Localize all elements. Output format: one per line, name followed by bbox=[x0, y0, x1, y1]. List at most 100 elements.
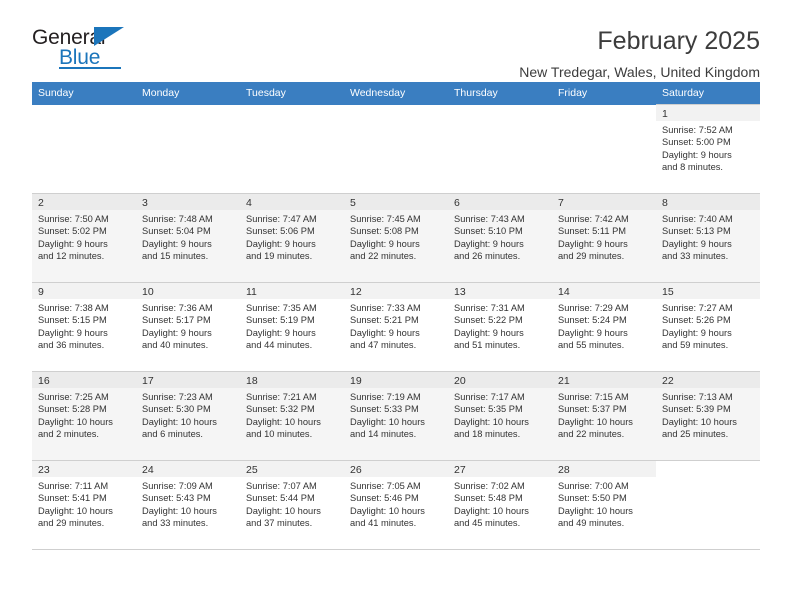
calendar-day-cell[interactable]: 14 Sunrise: 7:29 AM Sunset: 5:24 PM Dayli… bbox=[552, 282, 656, 372]
page-subtitle: New Tredegar, Wales, United Kingdom bbox=[519, 64, 760, 80]
day-sun-info: Sunrise: 7:29 AM Sunset: 5:24 PM Dayligh… bbox=[558, 303, 629, 350]
calendar-day-cell[interactable]: 26 Sunrise: 7:05 AM Sunset: 5:46 PM Dayli… bbox=[344, 460, 448, 550]
day-number: 9 bbox=[38, 286, 44, 298]
weekday-header-thursday: Thursday bbox=[448, 82, 552, 105]
day-number: 5 bbox=[350, 197, 356, 209]
day-sun-info: Sunrise: 7:31 AM Sunset: 5:22 PM Dayligh… bbox=[454, 303, 525, 350]
calendar-day-cell[interactable]: 2 Sunrise: 7:50 AM Sunset: 5:02 PM Daylig… bbox=[32, 193, 136, 283]
title-block: February 2025 New Tredegar, Wales, Unite… bbox=[519, 26, 760, 82]
weekday-header-tuesday: Tuesday bbox=[240, 82, 344, 105]
calendar-day-cell[interactable]: 5 Sunrise: 7:45 AM Sunset: 5:08 PM Daylig… bbox=[344, 193, 448, 283]
calendar-day-cell[interactable]: 16 Sunrise: 7:25 AM Sunset: 5:28 PM Dayli… bbox=[32, 371, 136, 461]
calendar-day-cell[interactable]: 13 Sunrise: 7:31 AM Sunset: 5:22 PM Dayli… bbox=[448, 282, 552, 372]
calendar-day-cell bbox=[448, 104, 552, 194]
day-number: 19 bbox=[350, 375, 362, 387]
calendar-day-cell bbox=[656, 460, 760, 550]
calendar-day-cell[interactable]: 11 Sunrise: 7:35 AM Sunset: 5:19 PM Dayli… bbox=[240, 282, 344, 372]
day-number: 16 bbox=[38, 375, 50, 387]
calendar-day-cell bbox=[344, 104, 448, 194]
day-sun-info: Sunrise: 7:40 AM Sunset: 5:13 PM Dayligh… bbox=[662, 214, 733, 261]
triangle-icon bbox=[94, 27, 124, 46]
day-number: 4 bbox=[246, 197, 252, 209]
calendar-day-cell[interactable]: 15 Sunrise: 7:27 AM Sunset: 5:26 PM Dayli… bbox=[656, 282, 760, 372]
calendar-day-cell[interactable]: 7 Sunrise: 7:42 AM Sunset: 5:11 PM Daylig… bbox=[552, 193, 656, 283]
calendar-day-cell[interactable]: 6 Sunrise: 7:43 AM Sunset: 5:10 PM Daylig… bbox=[448, 193, 552, 283]
calendar-week-row: 9 Sunrise: 7:38 AM Sunset: 5:15 PM Daylig… bbox=[32, 282, 760, 372]
calendar-table: Sunday Monday Tuesday Wednesday Thursday… bbox=[32, 82, 760, 550]
day-sun-info: Sunrise: 7:00 AM Sunset: 5:50 PM Dayligh… bbox=[558, 481, 633, 528]
day-number: 2 bbox=[38, 197, 44, 209]
calendar-day-cell[interactable]: 17 Sunrise: 7:23 AM Sunset: 5:30 PM Dayli… bbox=[136, 371, 240, 461]
day-sun-info: Sunrise: 7:38 AM Sunset: 5:15 PM Dayligh… bbox=[38, 303, 109, 350]
day-sun-info: Sunrise: 7:36 AM Sunset: 5:17 PM Dayligh… bbox=[142, 303, 213, 350]
calendar-body: 1 Sunrise: 7:52 AM Sunset: 5:00 PM Daylig… bbox=[32, 104, 760, 550]
day-number: 18 bbox=[246, 375, 258, 387]
day-number: 25 bbox=[246, 464, 258, 476]
weekday-header-saturday: Saturday bbox=[656, 82, 760, 105]
calendar-day-cell[interactable]: 21 Sunrise: 7:15 AM Sunset: 5:37 PM Dayli… bbox=[552, 371, 656, 461]
calendar-day-cell[interactable]: 10 Sunrise: 7:36 AM Sunset: 5:17 PM Dayli… bbox=[136, 282, 240, 372]
day-number: 27 bbox=[454, 464, 466, 476]
day-number: 15 bbox=[662, 286, 674, 298]
day-sun-info: Sunrise: 7:13 AM Sunset: 5:39 PM Dayligh… bbox=[662, 392, 737, 439]
calendar-day-cell[interactable]: 3 Sunrise: 7:48 AM Sunset: 5:04 PM Daylig… bbox=[136, 193, 240, 283]
day-sun-info: Sunrise: 7:21 AM Sunset: 5:32 PM Dayligh… bbox=[246, 392, 321, 439]
calendar-day-cell[interactable]: 25 Sunrise: 7:07 AM Sunset: 5:44 PM Dayli… bbox=[240, 460, 344, 550]
day-number: 8 bbox=[662, 197, 668, 209]
calendar-day-cell[interactable]: 28 Sunrise: 7:00 AM Sunset: 5:50 PM Dayli… bbox=[552, 460, 656, 550]
weekday-header-sunday: Sunday bbox=[32, 82, 136, 105]
day-number: 21 bbox=[558, 375, 570, 387]
day-sun-info: Sunrise: 7:35 AM Sunset: 5:19 PM Dayligh… bbox=[246, 303, 317, 350]
calendar-day-cell[interactable]: 19 Sunrise: 7:19 AM Sunset: 5:33 PM Dayli… bbox=[344, 371, 448, 461]
day-number: 11 bbox=[246, 286, 257, 298]
day-number: 3 bbox=[142, 197, 148, 209]
day-sun-info: Sunrise: 7:07 AM Sunset: 5:44 PM Dayligh… bbox=[246, 481, 321, 528]
day-sun-info: Sunrise: 7:02 AM Sunset: 5:48 PM Dayligh… bbox=[454, 481, 529, 528]
calendar-week-row: 1 Sunrise: 7:52 AM Sunset: 5:00 PM Daylig… bbox=[32, 104, 760, 194]
day-sun-info: Sunrise: 7:45 AM Sunset: 5:08 PM Dayligh… bbox=[350, 214, 421, 261]
day-number: 26 bbox=[350, 464, 362, 476]
calendar-day-cell[interactable]: 4 Sunrise: 7:47 AM Sunset: 5:06 PM Daylig… bbox=[240, 193, 344, 283]
calendar-day-cell[interactable]: 20 Sunrise: 7:17 AM Sunset: 5:35 PM Dayli… bbox=[448, 371, 552, 461]
calendar-day-cell[interactable]: 12 Sunrise: 7:33 AM Sunset: 5:21 PM Dayli… bbox=[344, 282, 448, 372]
day-sun-info: Sunrise: 7:43 AM Sunset: 5:10 PM Dayligh… bbox=[454, 214, 525, 261]
day-sun-info: Sunrise: 7:33 AM Sunset: 5:21 PM Dayligh… bbox=[350, 303, 421, 350]
page-title: February 2025 bbox=[597, 27, 760, 55]
day-sun-info: Sunrise: 7:15 AM Sunset: 5:37 PM Dayligh… bbox=[558, 392, 633, 439]
page-header: General Blue February 2025 New Tredegar,… bbox=[32, 0, 760, 80]
calendar-week-row: 16 Sunrise: 7:25 AM Sunset: 5:28 PM Dayli… bbox=[32, 371, 760, 461]
calendar-day-cell[interactable]: 24 Sunrise: 7:09 AM Sunset: 5:43 PM Dayli… bbox=[136, 460, 240, 550]
calendar-day-cell[interactable]: 8 Sunrise: 7:40 AM Sunset: 5:13 PM Daylig… bbox=[656, 193, 760, 283]
calendar-day-cell[interactable]: 18 Sunrise: 7:21 AM Sunset: 5:32 PM Dayli… bbox=[240, 371, 344, 461]
weekday-header-wednesday: Wednesday bbox=[344, 82, 448, 105]
weekday-header-friday: Friday bbox=[552, 82, 656, 105]
day-number: 10 bbox=[142, 286, 154, 298]
day-sun-info: Sunrise: 7:25 AM Sunset: 5:28 PM Dayligh… bbox=[38, 392, 113, 439]
calendar-day-cell[interactable]: 27 Sunrise: 7:02 AM Sunset: 5:48 PM Dayli… bbox=[448, 460, 552, 550]
day-number: 22 bbox=[662, 375, 674, 387]
day-number: 23 bbox=[38, 464, 50, 476]
calendar-day-cell[interactable]: 1 Sunrise: 7:52 AM Sunset: 5:00 PM Daylig… bbox=[656, 104, 760, 194]
day-number: 6 bbox=[454, 197, 460, 209]
day-number: 17 bbox=[142, 375, 154, 387]
day-sun-info: Sunrise: 7:05 AM Sunset: 5:46 PM Dayligh… bbox=[350, 481, 425, 528]
calendar-day-cell bbox=[240, 104, 344, 194]
weekday-header-monday: Monday bbox=[136, 82, 240, 105]
calendar-page: General Blue February 2025 New Tredegar,… bbox=[0, 0, 792, 612]
calendar-week-row: 23 Sunrise: 7:11 AM Sunset: 5:41 PM Dayli… bbox=[32, 460, 760, 550]
calendar-day-cell[interactable]: 22 Sunrise: 7:13 AM Sunset: 5:39 PM Dayli… bbox=[656, 371, 760, 461]
day-number: 1 bbox=[662, 108, 668, 120]
general-blue-logo[interactable]: General Blue bbox=[32, 26, 144, 72]
calendar-day-cell bbox=[32, 104, 136, 194]
day-number: 14 bbox=[558, 286, 570, 298]
calendar-day-cell bbox=[136, 104, 240, 194]
calendar-week-row: 2 Sunrise: 7:50 AM Sunset: 5:02 PM Daylig… bbox=[32, 193, 760, 283]
day-sun-info: Sunrise: 7:52 AM Sunset: 5:00 PM Dayligh… bbox=[662, 125, 733, 172]
day-sun-info: Sunrise: 7:09 AM Sunset: 5:43 PM Dayligh… bbox=[142, 481, 217, 528]
day-number: 24 bbox=[142, 464, 154, 476]
day-sun-info: Sunrise: 7:27 AM Sunset: 5:26 PM Dayligh… bbox=[662, 303, 733, 350]
day-sun-info: Sunrise: 7:47 AM Sunset: 5:06 PM Dayligh… bbox=[246, 214, 317, 261]
day-sun-info: Sunrise: 7:11 AM Sunset: 5:41 PM Dayligh… bbox=[38, 481, 113, 528]
calendar-day-cell[interactable]: 23 Sunrise: 7:11 AM Sunset: 5:41 PM Dayli… bbox=[32, 460, 136, 550]
calendar-day-cell[interactable]: 9 Sunrise: 7:38 AM Sunset: 5:15 PM Daylig… bbox=[32, 282, 136, 372]
